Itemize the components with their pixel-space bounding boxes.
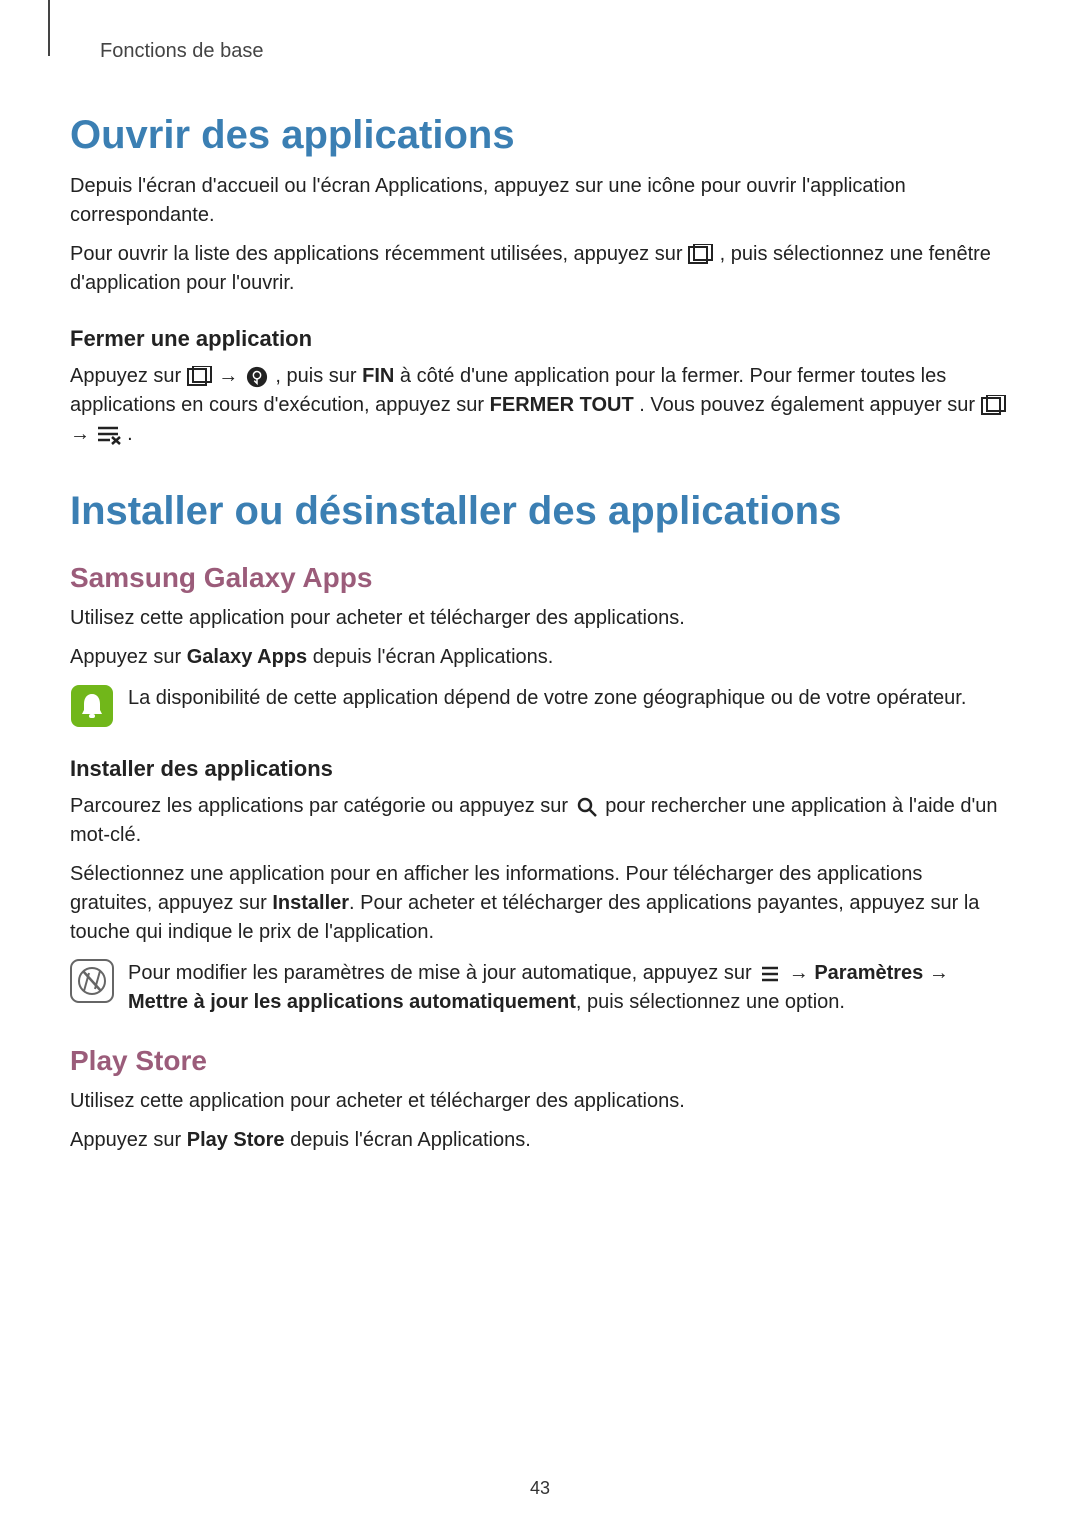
info-note-icon [70,959,114,1003]
label-play-store: Play Store [187,1129,285,1151]
heading-galaxy-apps: Samsung Galaxy Apps [70,562,1010,594]
heading-install-uninstall: Installer ou désinstaller des applicatio… [70,489,1010,534]
arrow-icon: → [789,962,815,984]
text: Appuyez sur [70,365,187,387]
heading-close-app: Fermer une application [70,326,1010,352]
text: Pour ouvrir la liste des applications ré… [70,243,688,265]
label-fermer-tout: FERMER TOUT [490,394,634,416]
text: , puis sélectionnez une option. [576,991,845,1013]
label-installer: Installer [272,892,349,914]
heading-play-store: Play Store [70,1045,1010,1077]
page-number: 43 [0,1478,1080,1499]
arrow-icon: → [923,962,949,984]
note-text: La disponibilité de cette application dé… [128,684,966,713]
menu-icon [757,963,783,985]
arrow-icon: → [218,362,238,391]
bell-note-icon [70,684,114,728]
recent-apps-icon [688,244,714,266]
text: . Vous pouvez également appuyer sur [639,394,980,416]
close-all-icon [96,424,122,446]
text: depuis l'écran Applications. [285,1129,531,1151]
task-manager-icon [244,366,270,388]
paragraph-close: Appuyez sur → , puis sur FIN à côté d'un… [70,362,1010,449]
label-galaxy-apps: Galaxy Apps [187,646,307,668]
text: , puis sur [275,365,362,387]
note-update-settings: Pour modifier les paramètres de mise à j… [70,959,1010,1017]
text: Appuyez sur [70,1129,187,1151]
paragraph-open-2: Pour ouvrir la liste des applications ré… [70,240,1010,298]
heading-open-apps: Ouvrir des applications [70,113,1010,158]
note-availability: La disponibilité de cette application dé… [70,684,1010,728]
page-side-marker [48,0,50,56]
recent-apps-icon [981,395,1007,417]
note-text: Pour modifier les paramètres de mise à j… [128,959,1010,1017]
paragraph-play-1: Utilisez cette application pour acheter … [70,1087,1010,1116]
text: . [127,423,133,445]
label-auto-update: Mettre à jour les applications automatiq… [128,991,576,1013]
paragraph-galaxy-2: Appuyez sur Galaxy Apps depuis l'écran A… [70,643,1010,672]
paragraph-play-2: Appuyez sur Play Store depuis l'écran Ap… [70,1126,1010,1155]
label-parametres: Paramètres [814,962,923,984]
text: Appuyez sur [70,646,187,668]
recent-apps-icon [187,366,213,388]
text: Pour modifier les paramètres de mise à j… [128,962,757,984]
breadcrumb: Fonctions de base [100,40,1010,63]
paragraph-open-1: Depuis l'écran d'accueil ou l'écran Appl… [70,172,1010,230]
paragraph-install-1: Parcourez les applications par catégorie… [70,792,1010,850]
paragraph-install-2: Sélectionnez une application pour en aff… [70,860,1010,947]
label-fin: FIN [362,365,394,387]
heading-install-apps: Installer des applications [70,756,1010,782]
arrow-icon: → [70,420,90,449]
paragraph-galaxy-1: Utilisez cette application pour acheter … [70,604,1010,633]
text: depuis l'écran Applications. [307,646,553,668]
text: Parcourez les applications par catégorie… [70,795,574,817]
search-icon [574,796,600,818]
